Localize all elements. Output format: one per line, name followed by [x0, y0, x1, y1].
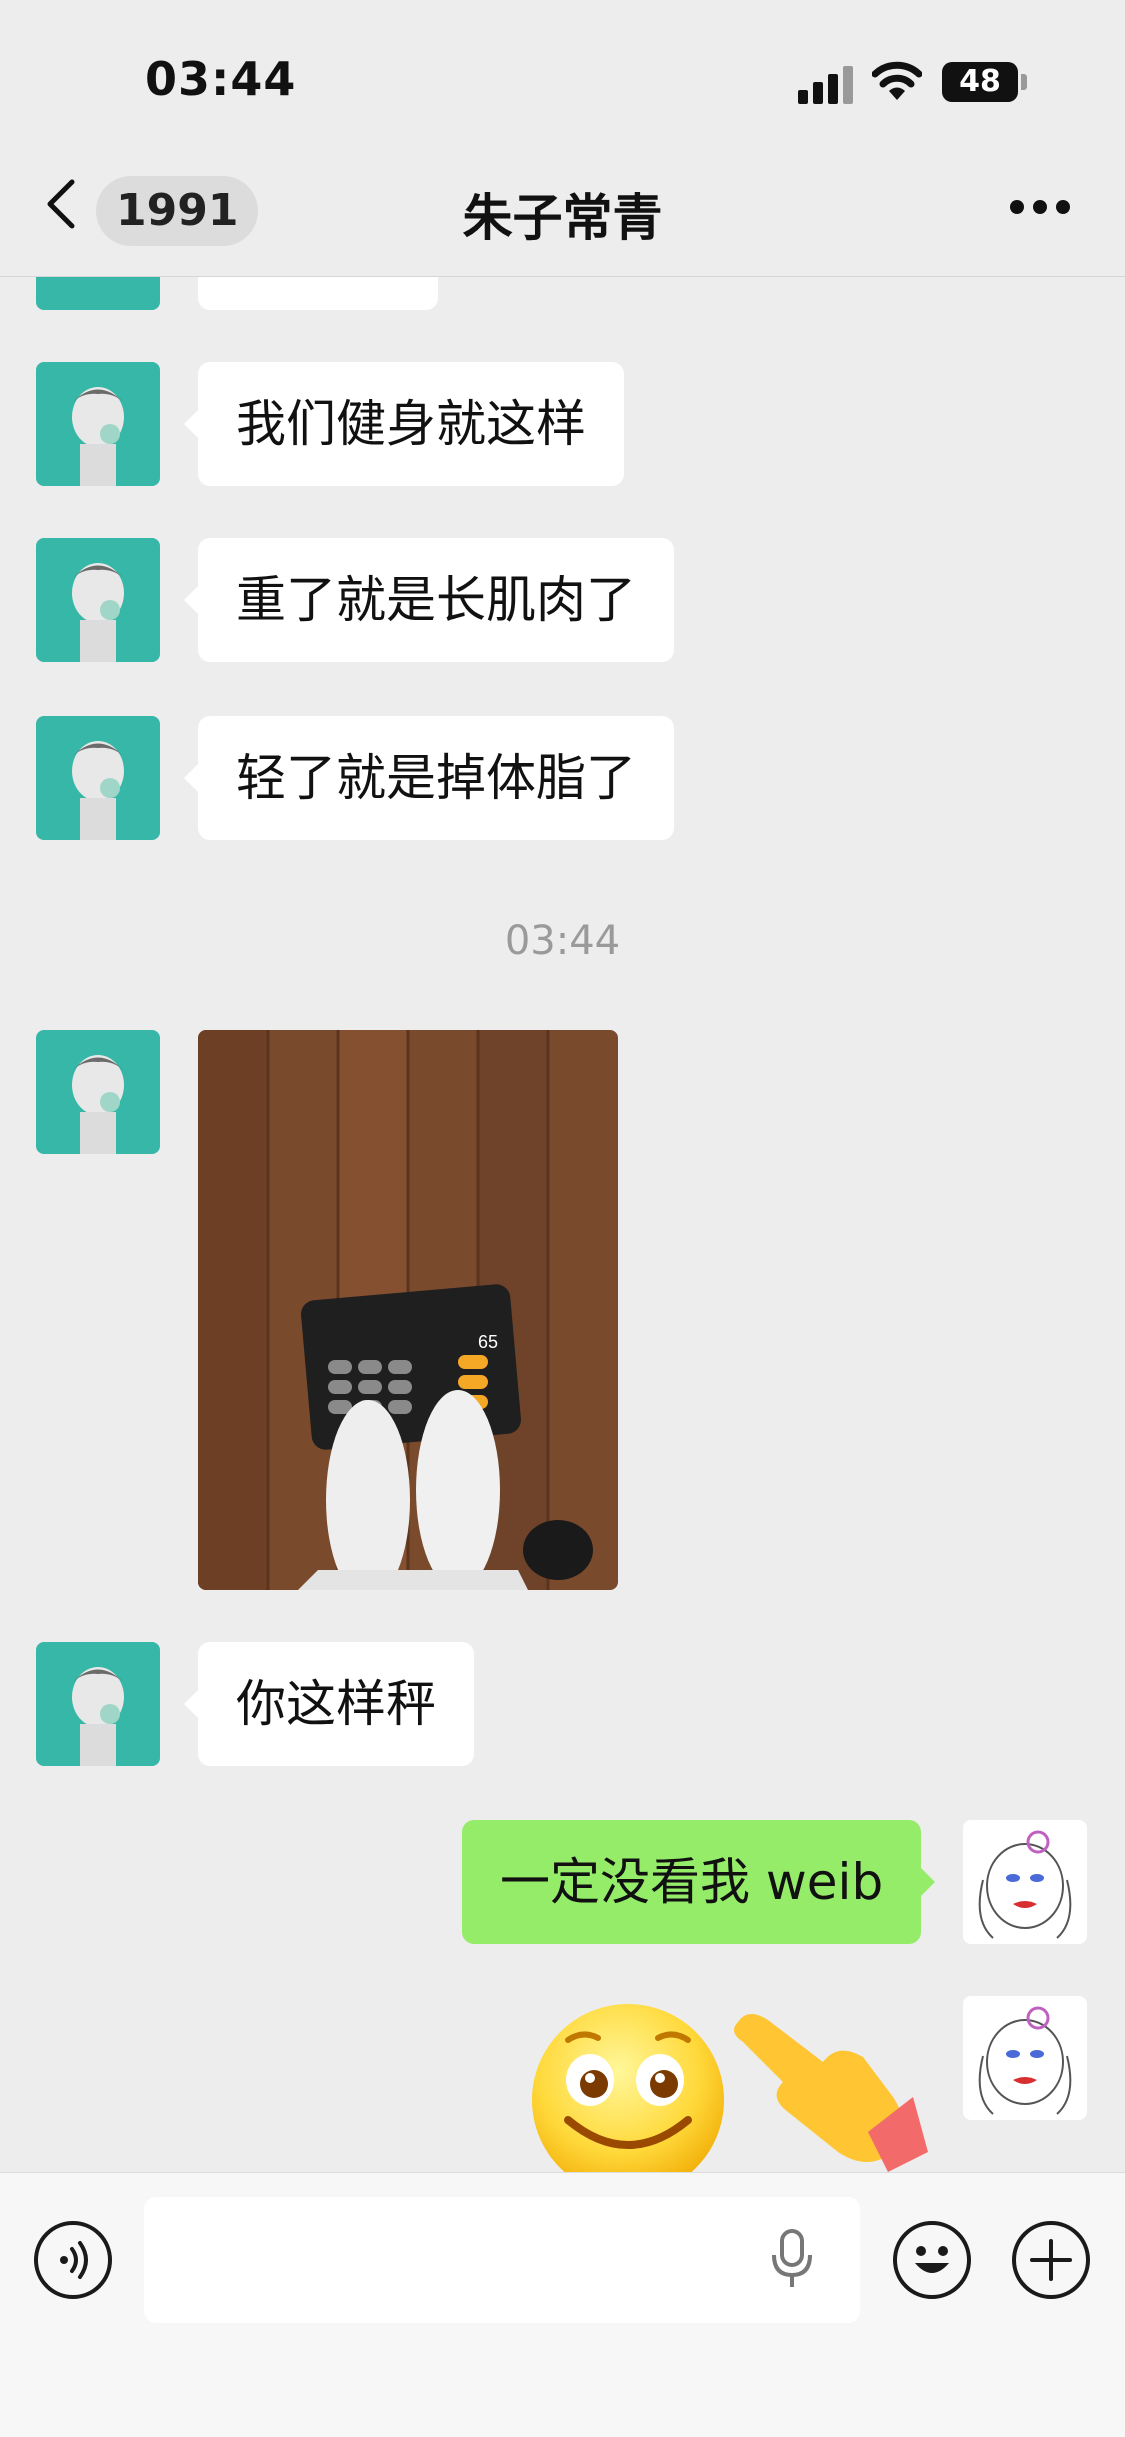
- pointing-hand-emoji-icon: [734, 2013, 928, 2172]
- message-input[interactable]: [144, 2197, 860, 2323]
- message-bubble[interactable]: 轻了就是掉体脂了: [184, 716, 674, 840]
- drawn-face-avatar-icon: [978, 2006, 1072, 2115]
- timestamp: 03:44: [504, 918, 621, 964]
- battery-indicator: 48: [942, 62, 1018, 102]
- drawn-face-avatar-icon: [978, 1830, 1072, 1939]
- emoji-icon[interactable]: [893, 2221, 971, 2299]
- image-message[interactable]: 65: [198, 1030, 618, 1590]
- message-bubble[interactable]: 我们健身就这样: [184, 362, 624, 486]
- contact-avatar[interactable]: [36, 1030, 160, 1154]
- message-bubble[interactable]: 你这样秤: [184, 1642, 474, 1766]
- my-message-bubble[interactable]: 一定没看我 weib: [462, 1820, 936, 1944]
- scale-photo: 65: [198, 1030, 618, 1590]
- top-bar: 03:44 48 1991 朱子常青: [0, 0, 1125, 277]
- statue-avatar-icon: [68, 563, 128, 662]
- voice-icon[interactable]: [34, 2221, 112, 2299]
- contact-avatar[interactable]: [36, 362, 160, 486]
- contact-avatar[interactable]: [36, 276, 160, 310]
- my-avatar[interactable]: [963, 1996, 1087, 2120]
- input-bar: [0, 2172, 1125, 2437]
- my-avatar[interactable]: [963, 1820, 1087, 1944]
- statue-avatar-icon: [68, 387, 128, 486]
- plus-icon[interactable]: [1012, 2221, 1090, 2299]
- message-bubble-partial: [198, 276, 438, 310]
- status-time: 03:44: [145, 52, 297, 106]
- cellular-signal-icon: [798, 64, 854, 104]
- battery-tip: [1021, 74, 1027, 90]
- message-bubble[interactable]: 重了就是长肌肉了: [184, 538, 674, 662]
- statue-avatar-icon: [68, 1667, 128, 1766]
- contact-avatar[interactable]: [36, 538, 160, 662]
- statue-avatar-icon: [68, 1055, 128, 1154]
- smile-emoji-icon: [532, 2004, 724, 2172]
- contact-avatar[interactable]: [36, 1642, 160, 1766]
- statue-avatar-icon: [68, 741, 128, 840]
- contact-avatar[interactable]: [36, 716, 160, 840]
- calculator-display-text: 65: [478, 1332, 498, 1352]
- more-icon[interactable]: [1010, 200, 1070, 220]
- wifi-icon: [872, 61, 922, 100]
- chat-title: 朱子常青: [462, 189, 663, 247]
- message-list[interactable]: 我们健身就这样 重了就是长肌肉了 轻了就是掉体脂了 03:44 65 你这样秤 …: [0, 276, 1125, 2172]
- microphone-icon[interactable]: [770, 2227, 814, 2291]
